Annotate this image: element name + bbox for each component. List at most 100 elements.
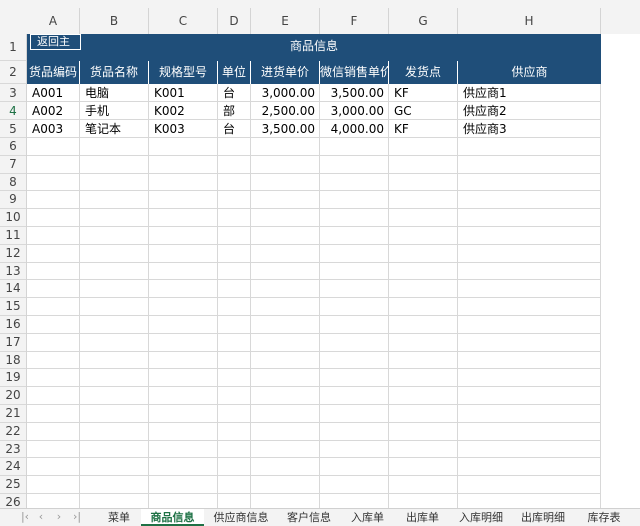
row-header-3[interactable]: 3 xyxy=(0,84,26,102)
sheet-tab[interactable]: 库存表 xyxy=(574,509,634,526)
sheet-tab[interactable]: 入库明细 xyxy=(450,509,512,526)
cell-name[interactable]: 电脑 xyxy=(80,84,149,102)
sheet-tab[interactable]: 供应商信息 xyxy=(204,509,278,526)
header-cell-ship-point[interactable]: 发货点 xyxy=(389,61,458,84)
cell-purchase-price[interactable]: 2,500.00 xyxy=(251,102,320,120)
table-header-row: 货品编码 货品名称 规格型号 单位 进货单价 微信销售单价 发货点 供应商 xyxy=(27,61,601,84)
cell-wechat-price[interactable]: 4,000.00 xyxy=(320,120,389,138)
gridline-horizontal xyxy=(27,154,601,156)
prev-sheet-nav-icon[interactable]: ‹ xyxy=(34,509,48,526)
cell-name[interactable]: 手机 xyxy=(80,102,149,120)
cell-code[interactable]: A003 xyxy=(27,120,80,138)
row-header-12[interactable]: 12 xyxy=(0,245,26,263)
cell-ship-point[interactable]: GC xyxy=(389,102,458,120)
row-header-8[interactable]: 8 xyxy=(0,174,26,192)
cell-ship-point[interactable]: KF xyxy=(389,84,458,102)
gridline-horizontal xyxy=(27,457,601,459)
row-header-22[interactable]: 22 xyxy=(0,423,26,441)
header-cell-code[interactable]: 货品编码 xyxy=(27,61,80,84)
sheet-tab[interactable]: 菜单 xyxy=(96,509,142,526)
column-header-d[interactable]: D xyxy=(218,8,251,34)
cell-unit[interactable]: 部 xyxy=(218,102,251,120)
row-header-26[interactable]: 26 xyxy=(0,494,26,508)
cell-name[interactable]: 笔记本 xyxy=(80,120,149,138)
row-header-9[interactable]: 9 xyxy=(0,191,26,210)
gridline-horizontal xyxy=(27,261,601,263)
gridline-horizontal xyxy=(27,350,601,352)
cell-spec[interactable]: K001 xyxy=(149,84,218,102)
row-header-19[interactable]: 19 xyxy=(0,369,26,388)
gridline-horizontal xyxy=(27,475,601,477)
row-header-10[interactable]: 10 xyxy=(0,209,26,227)
column-header-f[interactable]: F xyxy=(320,8,389,34)
cell-code[interactable]: A001 xyxy=(27,84,80,102)
last-sheet-nav-icon[interactable]: ›| xyxy=(70,509,84,526)
gridline-horizontal xyxy=(27,493,601,494)
cell-ship-point[interactable]: KF xyxy=(389,120,458,138)
row-header-18[interactable]: 18 xyxy=(0,352,26,370)
row-header-6[interactable]: 6 xyxy=(0,138,26,156)
next-sheet-nav-icon[interactable]: › xyxy=(52,509,66,526)
gridline-horizontal xyxy=(27,279,601,281)
header-cell-unit[interactable]: 单位 xyxy=(218,61,251,84)
row-header-20[interactable]: 20 xyxy=(0,387,26,405)
row-header-24[interactable]: 24 xyxy=(0,458,26,477)
column-header-a[interactable]: A xyxy=(27,8,80,34)
cell-supplier[interactable]: 供应商3 xyxy=(458,120,601,138)
row-header-17[interactable]: 17 xyxy=(0,334,26,352)
row-header-2[interactable]: 2 xyxy=(0,61,26,84)
column-header-g[interactable]: G xyxy=(389,8,458,34)
header-cell-spec[interactable]: 规格型号 xyxy=(149,61,218,84)
gridline-horizontal xyxy=(27,421,601,423)
sheet-title: 商品信息 xyxy=(289,39,338,53)
header-cell-supplier[interactable]: 供应商 xyxy=(458,61,601,84)
row-header-13[interactable]: 13 xyxy=(0,263,26,281)
column-header-bar: A B C D E F G H xyxy=(0,8,640,34)
row-header-25[interactable]: 25 xyxy=(0,476,26,494)
row-header-21[interactable]: 21 xyxy=(0,405,26,423)
row-header-15[interactable]: 15 xyxy=(0,298,26,316)
sheet-tab[interactable]: 客户信息 xyxy=(278,509,340,526)
sheet-tab[interactable]: 出库单 xyxy=(395,509,450,526)
sheet-tab[interactable]: 商品信息 xyxy=(141,509,204,526)
row-header-4[interactable]: 4 xyxy=(0,102,26,120)
header-cell-wechat-price[interactable]: 微信销售单价 xyxy=(320,61,389,84)
header-cell-purchase-price[interactable]: 进货单价 xyxy=(251,61,320,84)
row-header-7[interactable]: 7 xyxy=(0,156,26,174)
column-header-b[interactable]: B xyxy=(80,8,149,34)
row-header-23[interactable]: 23 xyxy=(0,441,26,459)
back-to-main-button[interactable]: 返回主 xyxy=(30,34,81,50)
cell-wechat-price[interactable]: 3,000.00 xyxy=(320,102,389,120)
title-banner: 商品信息 返回主 xyxy=(27,34,601,61)
column-header-h[interactable]: H xyxy=(458,8,601,34)
header-cell-name[interactable]: 货品名称 xyxy=(80,61,149,84)
cell-unit[interactable]: 台 xyxy=(218,84,251,102)
row-header-14[interactable]: 14 xyxy=(0,280,26,299)
row-header-11[interactable]: 11 xyxy=(0,227,26,245)
row-header-16[interactable]: 16 xyxy=(0,316,26,334)
column-header-c[interactable]: C xyxy=(149,8,218,34)
cell-code[interactable]: A002 xyxy=(27,102,80,120)
gridline-horizontal xyxy=(27,315,601,316)
gridline-horizontal xyxy=(27,404,601,405)
gridline-horizontal xyxy=(27,297,601,299)
cell-purchase-price[interactable]: 3,500.00 xyxy=(251,120,320,138)
first-sheet-nav-icon[interactable]: |‹ xyxy=(18,509,32,526)
cell-supplier[interactable]: 供应商2 xyxy=(458,102,601,120)
cell-supplier[interactable]: 供应商1 xyxy=(458,84,601,102)
column-header-e[interactable]: E xyxy=(251,8,320,34)
cell-spec[interactable]: K002 xyxy=(149,102,218,120)
sheet-grid[interactable]: 商品信息 返回主 货品编码 货品名称 规格型号 单位 进货单价 微信销售单价 发… xyxy=(27,34,640,508)
sheet-tab[interactable]: 出库明细 xyxy=(512,509,574,526)
cell-spec[interactable]: K003 xyxy=(149,120,218,138)
gridline-horizontal xyxy=(27,386,601,388)
row-header-bar: 1 2 3 4 5 6 7 8 9 10 11 12 13 14 15 16 17 18 19 20 21 22 23 24 2… xyxy=(0,34,27,508)
sheet-tab-bar: |‹ ‹ › ›| 菜单 商品信息 供应商信息 客户信息 入库单 出库单 入库明细 出库明细库… xyxy=(0,508,640,526)
gridline-horizontal xyxy=(27,243,601,245)
sheet-tab[interactable]: 入库单 xyxy=(340,509,395,526)
row-header-5[interactable]: 5 xyxy=(0,120,26,138)
cell-unit[interactable]: 台 xyxy=(218,120,251,138)
cell-wechat-price[interactable]: 3,500.00 xyxy=(320,84,389,102)
cell-purchase-price[interactable]: 3,000.00 xyxy=(251,84,320,102)
row-header-1[interactable]: 1 xyxy=(0,34,26,61)
